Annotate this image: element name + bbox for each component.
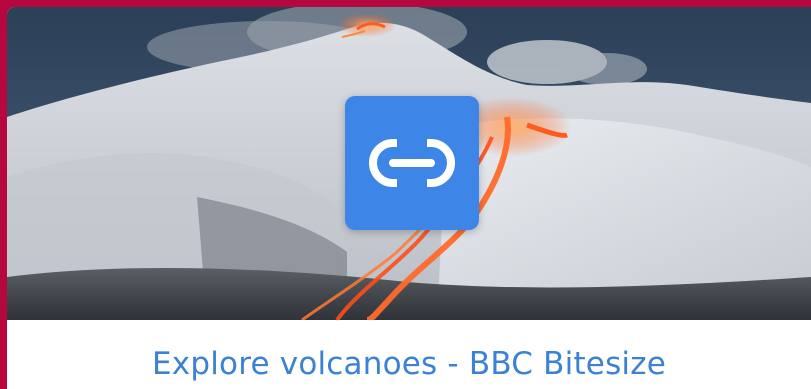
link-badge <box>345 96 479 230</box>
caption: Explore volcanoes - BBC Bitesize <box>7 320 811 389</box>
link-preview-card[interactable]: Explore volcanoes - BBC Bitesize <box>7 7 811 389</box>
link-title[interactable]: Explore volcanoes - BBC Bitesize <box>152 346 666 382</box>
preview-image[interactable] <box>7 7 811 320</box>
link-icon <box>369 136 455 190</box>
